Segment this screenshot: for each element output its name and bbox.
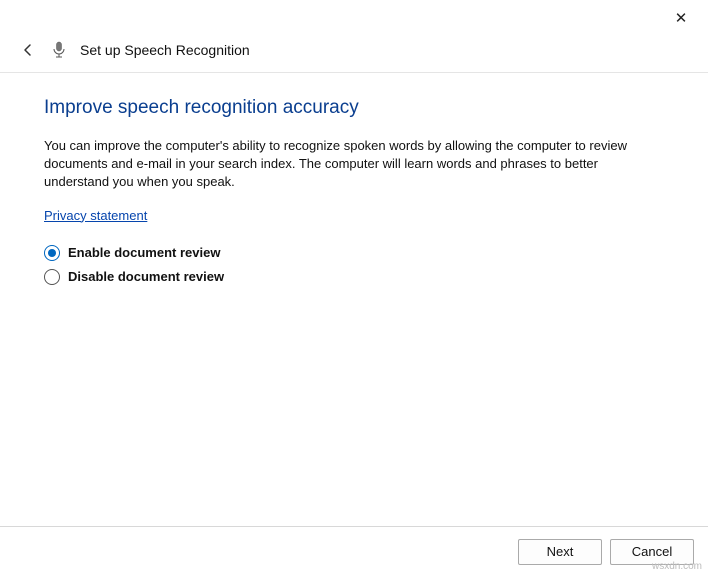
wizard-header: Set up Speech Recognition: [0, 36, 708, 73]
titlebar: ✕: [0, 0, 708, 36]
close-button[interactable]: ✕: [666, 3, 696, 33]
wizard-footer: Next Cancel: [0, 526, 708, 576]
arrow-left-icon: [20, 42, 36, 58]
cancel-button[interactable]: Cancel: [610, 539, 694, 565]
radio-dot-icon: [48, 249, 56, 257]
enable-document-review-radio[interactable]: Enable document review: [44, 245, 664, 261]
close-icon: ✕: [675, 9, 688, 27]
wizard-content: Improve speech recognition accuracy You …: [0, 73, 708, 305]
next-button[interactable]: Next: [518, 539, 602, 565]
page-heading: Improve speech recognition accuracy: [44, 97, 664, 119]
page-description: You can improve the computer's ability t…: [44, 137, 644, 192]
radio-icon: [44, 245, 60, 261]
microphone-icon: [50, 41, 68, 59]
radio-label: Disable document review: [68, 269, 224, 284]
privacy-statement-link[interactable]: Privacy statement: [44, 208, 147, 223]
disable-document-review-radio[interactable]: Disable document review: [44, 269, 664, 285]
wizard-title: Set up Speech Recognition: [80, 42, 250, 58]
back-button[interactable]: [18, 40, 38, 60]
radio-label: Enable document review: [68, 245, 220, 260]
document-review-radio-group: Enable document review Disable document …: [44, 245, 664, 285]
radio-icon: [44, 269, 60, 285]
